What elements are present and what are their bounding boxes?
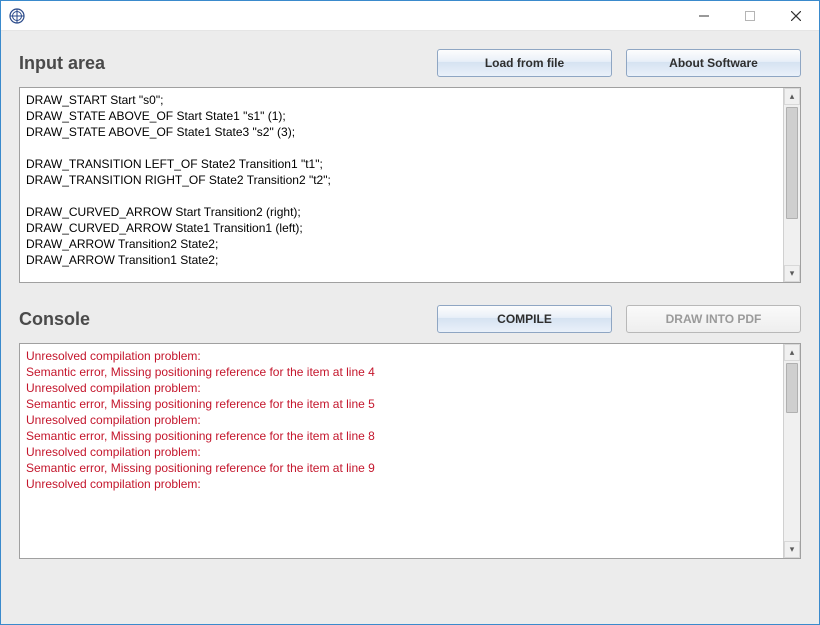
console-line: Unresolved compilation problem:	[26, 444, 386, 460]
maximize-button	[727, 1, 773, 30]
console-scrollbar[interactable]: ▴ ▾	[783, 344, 800, 558]
window-controls	[681, 1, 819, 30]
scroll-down-icon[interactable]: ▾	[784, 541, 800, 558]
console-line: Unresolved compilation problem:	[26, 348, 386, 364]
scroll-thumb[interactable]	[786, 363, 798, 413]
input-area-title: Input area	[19, 53, 105, 74]
console-section-header: Console COMPILE DRAW INTO PDF	[19, 305, 801, 333]
scroll-track[interactable]	[784, 361, 800, 541]
console-button-row: COMPILE DRAW INTO PDF	[437, 305, 801, 333]
scroll-up-icon[interactable]: ▴	[784, 344, 800, 361]
client-area: Input area Load from file About Software…	[1, 31, 819, 624]
console-line: Semantic error, Missing positioning refe…	[26, 428, 386, 444]
console-line: Unresolved compilation problem:	[26, 412, 386, 428]
console-line: Semantic error, Missing positioning refe…	[26, 396, 386, 412]
input-textarea[interactable]: DRAW_START Start "s0"; DRAW_STATE ABOVE_…	[20, 88, 783, 282]
close-button[interactable]	[773, 1, 819, 30]
compile-button[interactable]: COMPILE	[437, 305, 612, 333]
titlebar	[1, 1, 819, 31]
console-line: Unresolved compilation problem:	[26, 476, 386, 492]
app-window: Input area Load from file About Software…	[0, 0, 820, 625]
minimize-button[interactable]	[681, 1, 727, 30]
section-spacer	[19, 283, 801, 305]
draw-into-pdf-button: DRAW INTO PDF	[626, 305, 801, 333]
scroll-track[interactable]	[784, 105, 800, 265]
console-output[interactable]: Unresolved compilation problem: Semantic…	[20, 344, 783, 558]
console-line: Semantic error, Missing positioning refe…	[26, 460, 386, 476]
scroll-up-icon[interactable]: ▴	[784, 88, 800, 105]
scroll-down-icon[interactable]: ▾	[784, 265, 800, 282]
input-button-row: Load from file About Software	[437, 49, 801, 77]
load-from-file-button[interactable]: Load from file	[437, 49, 612, 77]
console-line: Unresolved compilation problem:	[26, 380, 386, 396]
input-scrollbar[interactable]: ▴ ▾	[783, 88, 800, 282]
scroll-thumb[interactable]	[786, 107, 798, 219]
console-line: Semantic error, Missing positioning refe…	[26, 364, 386, 380]
console-panel: Unresolved compilation problem: Semantic…	[19, 343, 801, 559]
app-icon	[9, 8, 25, 24]
input-textarea-panel: DRAW_START Start "s0"; DRAW_STATE ABOVE_…	[19, 87, 801, 283]
about-software-button[interactable]: About Software	[626, 49, 801, 77]
input-section-header: Input area Load from file About Software	[19, 49, 801, 77]
console-title: Console	[19, 309, 90, 330]
